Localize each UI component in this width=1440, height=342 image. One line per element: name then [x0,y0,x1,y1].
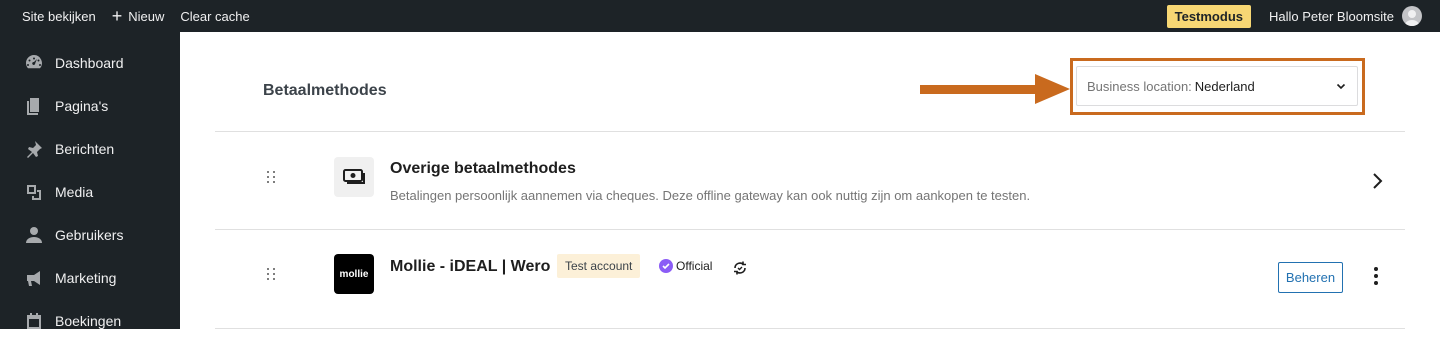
more-options-icon[interactable] [1370,267,1382,287]
sidebar-item-label: Boekingen [55,312,122,329]
sync-icon[interactable] [732,260,748,276]
test-account-badge: Test account [557,254,641,278]
business-location-label: Business location: [1087,78,1192,94]
clear-cache-button[interactable]: Clear cache [172,0,257,32]
sidebar-item-users[interactable]: Gebruikers [0,213,180,256]
user-icon [24,225,44,245]
official-check-icon [659,259,673,273]
annotation-arrow-icon [920,74,1070,104]
chevron-down-icon [1336,83,1346,90]
sidebar-item-label: Gebruikers [55,226,124,243]
business-location-value: Nederland [1194,78,1255,94]
sidebar-item-marketing[interactable]: Marketing [0,256,180,299]
official-label: Official [676,259,713,273]
megaphone-icon [24,268,44,288]
sidebar-item-label: Dashboard [55,54,124,71]
cash-icon [343,169,365,184]
business-location-select[interactable]: Business location: Nederland [1076,66,1358,106]
drag-handle-icon[interactable] [267,268,277,282]
manage-button[interactable]: Beheren [1278,262,1343,293]
payment-method-title: Overige betaalmethodes [390,160,576,177]
annotation-highlight-frame: Business location: Nederland [1070,58,1365,115]
sidebar-item-label: Marketing [55,269,117,286]
sidebar-item-label: Media [55,183,94,200]
drag-handle-icon[interactable] [267,171,277,185]
sidebar-item-dashboard[interactable]: Dashboard [0,41,180,84]
payment-method-title: Mollie - iDEAL | Wero [390,258,551,275]
admin-sidebar: Dashboard Pagina's Berichten Media Gebru… [0,32,180,329]
pages-icon [24,96,44,116]
sidebar-item-pages[interactable]: Pagina's [0,84,180,127]
media-icon [24,182,44,202]
page-title: Betaalmethodes [263,82,387,99]
plus-icon: + [111,6,123,26]
sidebar-item-label: Pagina's [55,97,109,114]
main-content: Betaalmethodes Business location: Nederl… [180,32,1440,329]
dashboard-icon [24,53,44,73]
sidebar-item-posts[interactable]: Berichten [0,127,180,170]
view-site-link[interactable]: Site bekijken [0,0,104,32]
payment-method-row-offline: Overige betaalmethodes Betalingen persoo… [215,132,1405,229]
pin-icon [24,139,44,159]
mollie-logo: mollie [334,254,374,294]
admin-bar: Site bekijken + Nieuw Clear cache Testmo… [0,0,1440,32]
test-mode-badge[interactable]: Testmodus [1166,4,1251,28]
cash-icon-tile [334,157,374,197]
new-content-label: Nieuw [128,8,165,24]
sidebar-item-label: Berichten [55,140,115,157]
user-avatar-icon [1405,10,1419,26]
chevron-right-icon[interactable] [1370,172,1384,190]
payment-method-description: Betalingen persoonlijk aannemen via cheq… [390,188,1031,203]
sidebar-item-bookings[interactable]: Boekingen [0,299,180,342]
sidebar-item-media[interactable]: Media [0,170,180,213]
user-greeting[interactable]: Hallo Peter Bloomsite [1269,9,1394,24]
new-content-button[interactable]: + Nieuw [104,0,173,32]
official-badge: Official [659,259,712,273]
avatar[interactable] [1402,6,1422,26]
calendar-icon [24,311,44,331]
payment-method-row-mollie: mollie Mollie - iDEAL | Wero Test accoun… [215,230,1405,329]
